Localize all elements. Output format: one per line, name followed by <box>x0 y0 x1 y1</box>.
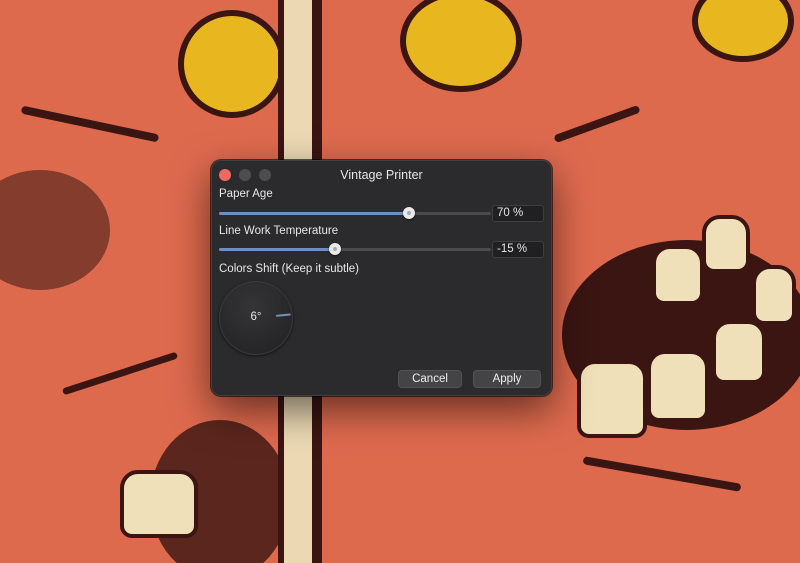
slider-thumb[interactable] <box>403 207 416 219</box>
vintage-printer-dialog: Vintage Printer Paper Age 70 % Line Work… <box>211 160 552 396</box>
slider-thumb[interactable] <box>328 243 341 255</box>
colors-shift-label: Colors Shift (Keep it subtle) <box>219 263 359 275</box>
colors-shift-dial[interactable]: 6° <box>219 281 293 355</box>
monster-tooth <box>712 320 766 384</box>
line-work-temperature-slider[interactable] <box>219 242 491 256</box>
ink-stroke <box>20 105 160 143</box>
cancel-button[interactable]: Cancel <box>398 370 462 388</box>
slider-fill <box>219 248 335 251</box>
colors-shift-value: 6° <box>250 311 262 323</box>
ink-shadow <box>0 170 110 290</box>
monster-tooth <box>702 215 750 273</box>
monster-eye <box>692 0 794 62</box>
monster-tooth <box>577 360 647 438</box>
ink-stroke <box>582 456 742 492</box>
monster-eye <box>178 10 278 118</box>
ink-stroke <box>61 351 179 396</box>
monster-tooth <box>647 350 709 422</box>
monster-eye <box>400 0 522 92</box>
monster-tooth <box>652 245 704 305</box>
apply-button[interactable]: Apply <box>473 370 541 388</box>
line-work-temperature-value-field[interactable]: -15 % <box>492 241 544 258</box>
slider-fill <box>219 212 410 215</box>
paper-age-label: Paper Age <box>219 188 273 200</box>
monster-tooth <box>752 265 796 325</box>
monster-tooth <box>120 470 198 538</box>
paper-age-value-field[interactable]: 70 % <box>492 205 544 222</box>
window-title: Vintage Printer <box>340 168 423 182</box>
line-work-temperature-label: Line Work Temperature <box>219 225 339 237</box>
paper-age-slider[interactable] <box>219 206 491 220</box>
title-bar: Vintage Printer <box>211 160 552 190</box>
ink-stroke <box>553 104 641 144</box>
